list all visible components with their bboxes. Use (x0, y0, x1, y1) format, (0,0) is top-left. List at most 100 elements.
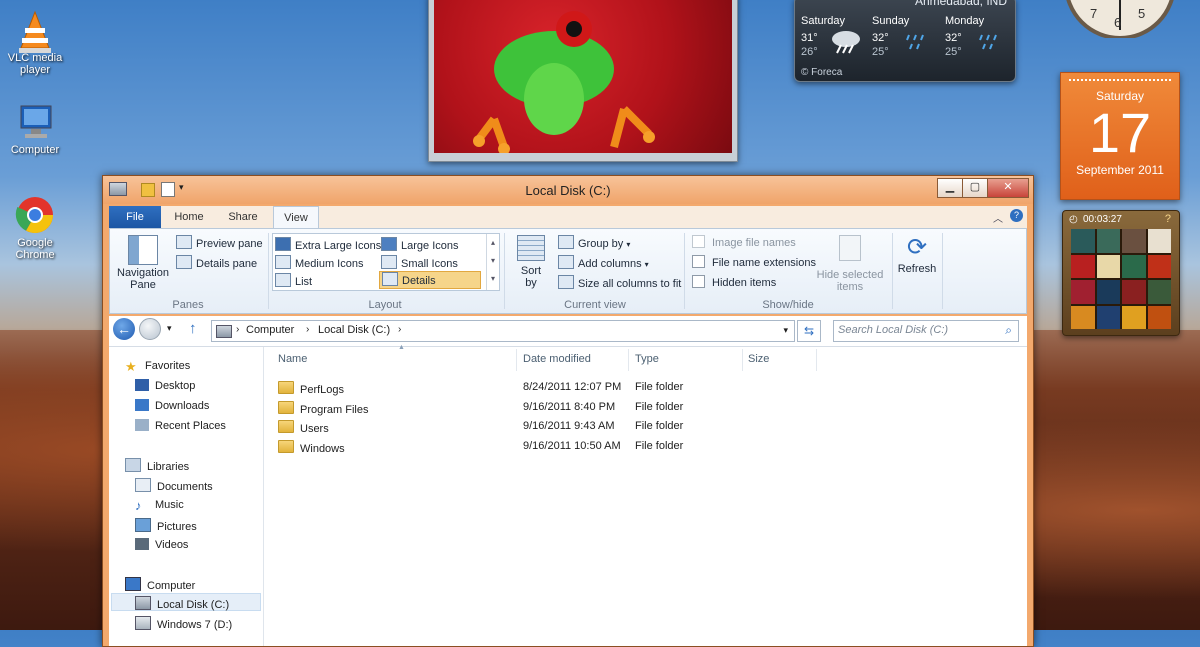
explorer-content: ★ Favorites Desktop Downloads Recent Plac… (109, 344, 1027, 646)
nav-pictures[interactable]: Pictures (135, 518, 197, 533)
file-row[interactable]: Users 9/16/2011 9:43 AM File folder (278, 418, 798, 436)
nav-documents[interactable]: Documents (135, 478, 213, 493)
column-header-type[interactable]: Type (635, 353, 659, 365)
breadcrumb-separator-icon[interactable]: › (398, 324, 401, 335)
file-name-cell: Users (278, 420, 329, 435)
tab-file[interactable]: File (109, 206, 161, 228)
column-separator[interactable] (816, 349, 817, 371)
refresh-button[interactable]: ⟳ Refresh (896, 233, 938, 275)
layout-option[interactable]: List (275, 273, 312, 288)
help-icon[interactable]: ? (1165, 213, 1171, 225)
weather-day: Sunday 32° 25° (872, 15, 940, 59)
hide-selected-items-button[interactable]: Hide selected items (814, 233, 886, 293)
tab-share[interactable]: Share (219, 206, 267, 228)
weather-gadget[interactable]: Ahmedabad, IND Saturday 31° 26° Sunday 3… (794, 0, 1016, 82)
weather-credit[interactable]: © Foreca (801, 67, 842, 78)
file-row[interactable]: Program Files 9/16/2011 8:40 PM File fol… (278, 399, 798, 417)
breadcrumb-separator-icon[interactable]: › (236, 324, 239, 335)
help-icon[interactable]: ? (1010, 209, 1023, 222)
image-file-names-checkbox[interactable]: Image file names (692, 235, 796, 249)
clock-gadget[interactable]: 7 6 5 (1062, 0, 1178, 40)
nav-music[interactable]: ♪ Music (135, 498, 184, 513)
desktop-icon-vlc[interactable]: VLC media player (0, 10, 70, 76)
nav-videos[interactable]: Videos (135, 538, 188, 551)
breadcrumb-local-disk[interactable]: Local Disk (C:) (318, 324, 390, 336)
maximize-button[interactable]: ▢ (962, 178, 988, 198)
layout-scroll-arrows[interactable]: ▴ ▾ ▾ (486, 234, 499, 290)
file-name-extensions-checkbox[interactable]: File name extensions (692, 255, 816, 269)
search-input[interactable]: Search Local Disk (C:) (838, 324, 948, 336)
up-arrow-icon[interactable]: ↑ (189, 320, 197, 337)
column-separator[interactable] (516, 349, 517, 371)
nav-recent-places[interactable]: Recent Places (135, 419, 226, 432)
nav-desktop[interactable]: Desktop (135, 379, 195, 392)
column-separator[interactable] (742, 349, 743, 371)
layout-option[interactable]: Small Icons (381, 255, 458, 270)
slideshow-gadget[interactable] (428, 0, 738, 162)
breadcrumb-computer[interactable]: Computer (246, 324, 294, 336)
back-button[interactable]: ← (113, 318, 135, 340)
calendar-rings (1069, 73, 1171, 81)
collapse-ribbon-icon[interactable]: ︿ (993, 210, 1003, 225)
recent-locations-chevron-icon[interactable]: ▾ (167, 323, 172, 334)
layout-option-selected[interactable]: Details (379, 271, 481, 289)
nav-computer[interactable]: Computer (125, 577, 195, 592)
storm-icon (829, 29, 863, 58)
desktop-icon-chrome[interactable]: Google Chrome (0, 195, 70, 261)
puzzle-board[interactable] (1071, 229, 1171, 329)
sort-by-button[interactable]: Sort by (510, 233, 552, 289)
picture-puzzle-gadget[interactable]: ◴ 00:03:27 ? (1062, 210, 1180, 336)
breadcrumb-separator-icon[interactable]: › (306, 324, 309, 335)
search-box[interactable]: Search Local Disk (C:) ⌕ (833, 320, 1019, 342)
desktop-icon-computer[interactable]: Computer (0, 102, 70, 156)
nav-downloads[interactable]: Downloads (135, 399, 209, 412)
forward-button[interactable] (139, 318, 161, 340)
layout-option-label: Extra Large Icons (295, 240, 382, 252)
search-icon[interactable]: ⌕ (1005, 323, 1012, 338)
nav-windows7-d[interactable]: Windows 7 (D:) (135, 616, 232, 631)
tab-view[interactable]: View (273, 206, 319, 229)
tab-home[interactable]: Home (165, 206, 213, 228)
layout-option[interactable]: Medium Icons (275, 255, 363, 270)
file-row[interactable]: PerfLogs 8/24/2011 12:07 PM File folder (278, 379, 798, 397)
column-separator[interactable] (628, 349, 629, 371)
file-row[interactable]: Windows 9/16/2011 10:50 AM File folder (278, 438, 798, 456)
hide-selected-label: Hide selected (816, 269, 884, 281)
details-pane-button[interactable]: Details pane (176, 255, 257, 270)
close-button[interactable]: ✕ (987, 178, 1029, 198)
nav-favorites[interactable]: ★ Favorites (125, 359, 191, 374)
preview-pane-button[interactable]: Preview pane (176, 235, 263, 250)
nav-label: Favorites (145, 360, 191, 372)
file-name-cell: PerfLogs (278, 381, 344, 396)
refresh-address-button[interactable]: ⇆ (797, 320, 821, 342)
window-titlebar[interactable]: ▾ Local Disk (C:) ▁ ▢ ✕ (103, 176, 1033, 204)
rain-icon (977, 31, 1003, 58)
address-bar[interactable]: › Computer › Local Disk (C:) › ▾ (211, 320, 795, 342)
file-type: File folder (635, 381, 684, 393)
address-history-chevron-icon[interactable]: ▾ (783, 325, 788, 336)
hide-selected-icon (839, 235, 861, 261)
navigation-pane-button[interactable]: Navigation Pane (116, 233, 170, 293)
ribbon-separator (684, 233, 685, 309)
add-columns-icon (558, 255, 574, 269)
add-columns-button[interactable]: Add columns ▾ (558, 255, 649, 270)
weather-day: Saturday 31° 26° (801, 15, 869, 59)
size-columns-button[interactable]: Size all columns to fit (558, 275, 681, 290)
minimize-button[interactable]: ▁ (937, 178, 963, 198)
group-by-button[interactable]: Group by ▾ (558, 235, 630, 250)
nav-label: Desktop (155, 380, 196, 392)
nav-local-disk-c[interactable]: Local Disk (C:) (135, 596, 229, 611)
column-header-name[interactable]: Name (278, 353, 307, 365)
pictures-icon (135, 518, 151, 532)
column-header-size[interactable]: Size (748, 353, 769, 365)
calendar-gadget[interactable]: Saturday 17 September 2011 (1060, 72, 1180, 200)
layout-option-label: Large Icons (401, 240, 459, 252)
nav-libraries[interactable]: Libraries (125, 458, 189, 473)
file-name-cell: Windows (278, 440, 345, 455)
layout-option[interactable]: Large Icons (381, 237, 458, 252)
layout-option[interactable]: Extra Large Icons (275, 237, 381, 252)
hidden-items-checkbox[interactable]: Hidden items (692, 275, 776, 289)
ribbon-separator (504, 233, 505, 309)
file-date: 8/24/2011 12:07 PM (523, 381, 622, 393)
column-header-date-modified[interactable]: Date modified (523, 353, 591, 365)
